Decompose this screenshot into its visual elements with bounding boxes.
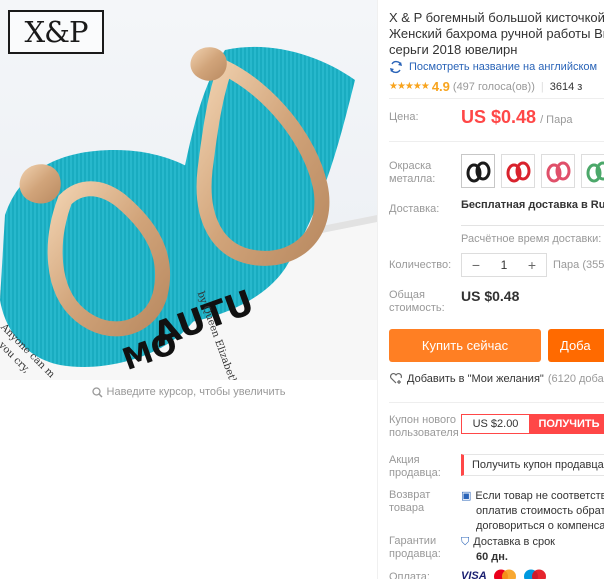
new-user-coupon-label: Купон нового пользователя [389, 414, 459, 440]
product-title: X & P богемный большой кисточкой Женский… [389, 10, 604, 58]
rating-row: ★★★★★ 4.9 (497 голоса(ов)) | 3614 з [389, 79, 582, 94]
promotions-panel: Купон нового пользователя US $2.00 ПОЛУЧ… [389, 402, 604, 579]
maestro-logo [523, 568, 547, 579]
shipping-method-text: Бесплатная доставка в Russ [461, 199, 604, 211]
new-user-coupon: US $2.00 ПОЛУЧИТЬ [461, 414, 604, 434]
product-details: X & P богемный большой кисточкой Женский… [389, 0, 604, 579]
coupon-label-line: пользователя [389, 427, 459, 439]
coupon-amount: US $2.00 [461, 414, 529, 434]
add-to-cart-button[interactable]: Доба [548, 329, 604, 362]
returns-line-text: Если товар не соответству [475, 490, 604, 502]
guarantee-label: Гарантии продавца: [389, 535, 441, 561]
mastercard-logo [493, 568, 517, 579]
price-label: Цена: [389, 111, 419, 123]
guarantee-days: 60 дн. [476, 551, 508, 563]
column-divider [377, 0, 378, 579]
price-value: US $0.48 [461, 107, 537, 127]
translate-title-link[interactable]: Посмотреть название на английском [389, 60, 597, 74]
guarantee-label-line: Гарантии [389, 535, 437, 547]
color-swatches [461, 154, 604, 188]
black-swatch[interactable] [461, 154, 495, 188]
swatch-earring-icon [546, 161, 571, 183]
divider [389, 141, 604, 142]
price-row: US $0.48 / Пара [461, 107, 572, 128]
buy-now-button[interactable]: Купить сейчас [389, 329, 541, 362]
quantity-increase-button[interactable]: + [518, 257, 546, 273]
total-label: Общая стоимость: [389, 289, 445, 315]
pink-swatch[interactable] [541, 154, 575, 188]
shipping-label: Доставка: [389, 203, 440, 215]
swatch-earring-icon [586, 161, 604, 183]
promo-label-line: продавца: [389, 467, 441, 479]
color-label-line: Окраска [389, 160, 432, 172]
seller-coupon-button[interactable]: Получить купон продавца [461, 454, 604, 476]
earring-right-stud [190, 47, 227, 81]
quantity-decrease-button[interactable]: − [462, 257, 490, 273]
returns-label: Возврат товара [389, 489, 430, 515]
coupon-label-line: Купон нового [389, 414, 457, 426]
returns-label-line: товара [389, 502, 425, 514]
heart-plus-icon [390, 373, 402, 384]
total-value: US $0.48 [461, 288, 520, 304]
votes-link[interactable]: (497 голоса(ов)) [453, 81, 535, 93]
shipping-method[interactable]: Бесплатная доставка в Russ [461, 199, 604, 211]
guarantee-label-line: продавца: [389, 548, 441, 560]
divider [389, 98, 604, 99]
zoom-hint: Наведите курсор, чтобы увеличить [0, 380, 377, 404]
returns-line: договориться о компенса [476, 520, 604, 532]
quantity-label: Количество: [389, 259, 452, 271]
shipping-underline [461, 225, 604, 226]
wishlist-count: (6120 доба [547, 372, 604, 385]
returns-line: оплатив стоимость обратн [476, 505, 604, 517]
translate-link-text: Посмотреть название на английском [409, 61, 598, 73]
quantity-available: Пара (3556 [553, 259, 604, 271]
returns-line: ▣ Если товар не соответству [461, 489, 604, 504]
guarantee-line-text: Доставка в срок [473, 536, 555, 548]
red-swatch[interactable] [501, 154, 535, 188]
total-label-line: Общая [389, 289, 425, 301]
swatch-earring-icon [466, 161, 491, 183]
guarantee-info: ⛉ Доставка в срок 60 дн. [461, 535, 555, 565]
total-label-line: стоимость: [389, 302, 445, 314]
green-swatch[interactable] [581, 154, 604, 188]
payment-label: Оплата: [389, 571, 430, 579]
get-coupon-button[interactable]: ПОЛУЧИТЬ [529, 414, 604, 434]
color-label-line: металла: [389, 173, 436, 185]
add-to-wishlist-link[interactable]: Добавить в "Мои желания" (6120 доба [389, 372, 604, 385]
color-label: Окраска металла: [389, 160, 435, 186]
product-title-line: серьги 2018 ювелирн [389, 42, 518, 57]
product-image[interactable]: X&P AUTU MO by Queen Elizabeth Anyone ca… [0, 0, 377, 380]
info-icon: ▣ [461, 490, 472, 502]
shield-icon: ⛉ [461, 536, 470, 548]
product-title-line: Женский бахрома ручной работы Ви [389, 26, 604, 41]
translate-icon [390, 60, 402, 74]
orders-count: 3614 з [549, 80, 583, 93]
seller-promo-label: Акция продавца: [389, 454, 441, 480]
swatch-earring-icon [506, 161, 531, 183]
returns-info: ▣ Если товар не соответству оплатив стоим… [461, 489, 604, 534]
shipping-time-label: Расчётное время доставки: [461, 233, 602, 245]
wishlist-label: Добавить в "Мои желания" [407, 372, 544, 385]
product-title-line: X & P богемный большой кисточкой [389, 10, 604, 25]
brand-logo-text: X&P [24, 15, 89, 49]
rating-stars: ★★★★★ [389, 81, 430, 92]
brand-logo: X&P [8, 10, 104, 54]
payment-methods: VISA [461, 568, 547, 579]
rating-value: 4.9 [431, 79, 450, 94]
guarantee-line: ⛉ Доставка в срок [461, 535, 555, 550]
quantity-input[interactable]: 1 [490, 258, 518, 272]
quantity-stepper: − 1 + [461, 253, 547, 277]
magnifier-icon [91, 386, 103, 398]
price-unit: / Пара [540, 114, 573, 126]
visa-logo: VISA [461, 570, 487, 579]
shipping-time: Расчётное время доставки: 3( [461, 233, 604, 245]
rating-separator: | [540, 80, 544, 93]
returns-label-line: Возврат [389, 489, 431, 501]
zoom-hint-text: Наведите курсор, чтобы увеличить [106, 386, 286, 398]
promo-label-line: Акция [389, 454, 420, 466]
earring-left-stud [19, 164, 61, 204]
